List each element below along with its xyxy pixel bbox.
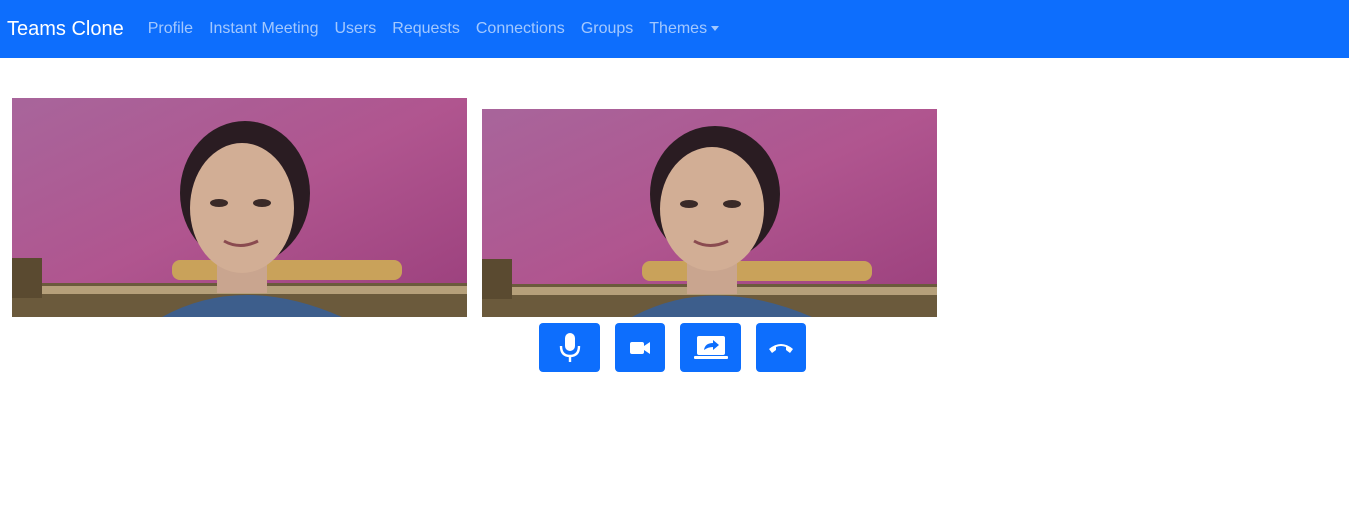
nav-link-users[interactable]: Users	[334, 20, 376, 38]
screen-share-icon	[693, 335, 728, 359]
caret-down-icon	[711, 25, 720, 31]
webcam-frame-remote	[482, 109, 937, 317]
nav-link-profile[interactable]: Profile	[148, 20, 193, 38]
nav-link-requests[interactable]: Requests	[392, 20, 460, 38]
brand-title[interactable]: Teams Clone	[7, 18, 124, 41]
end-call-button[interactable]	[756, 323, 806, 372]
nav-link-connections[interactable]: Connections	[476, 20, 565, 38]
local-video	[12, 98, 467, 317]
toggle-video-button[interactable]	[615, 323, 665, 372]
webcam-frame-local	[12, 98, 467, 317]
mute-microphone-button[interactable]	[539, 323, 600, 372]
nav-dropdown-themes[interactable]: Themes	[649, 20, 720, 38]
nav-link-groups[interactable]: Groups	[581, 20, 633, 38]
microphone-icon	[559, 332, 580, 362]
top-navbar: Teams Clone Profile Instant Meeting User…	[0, 0, 1349, 58]
remote-video	[482, 109, 937, 317]
share-screen-button[interactable]	[680, 323, 741, 372]
phone-hangup-icon	[769, 343, 793, 353]
nav-link-instant-meeting[interactable]: Instant Meeting	[209, 20, 318, 38]
nav-dropdown-themes-label: Themes	[649, 20, 708, 37]
video-camera-icon	[630, 341, 650, 354]
